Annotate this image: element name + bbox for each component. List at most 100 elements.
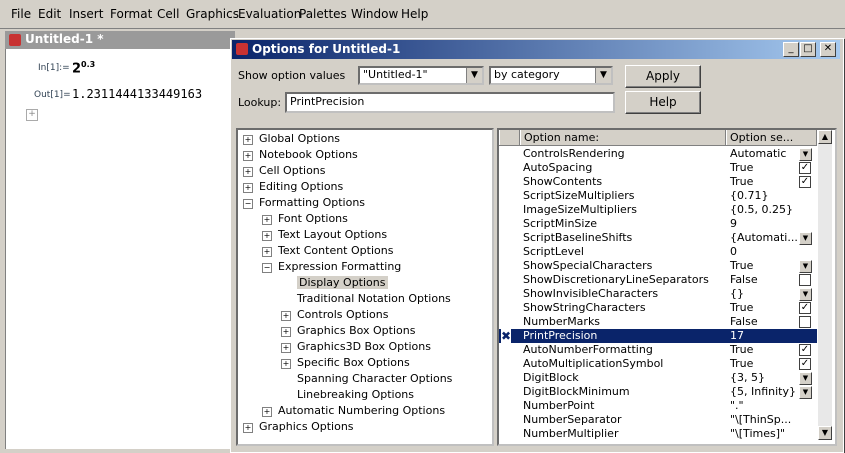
option-value[interactable]: False [730,315,758,329]
expand-icon[interactable]: + [281,327,291,337]
option-value[interactable]: 17 [730,329,744,343]
tree-item[interactable]: Global Options [259,132,340,145]
option-row[interactable]: AutoNumberFormatting True ✓ [499,343,817,357]
menu-insert[interactable]: Insert [69,7,103,21]
tree-item[interactable]: Spanning Character Options [297,372,452,385]
chevron-down-icon[interactable]: ▼ [799,372,812,385]
apply-button[interactable]: Apply [625,65,701,88]
scope-select[interactable]: "Untitled-1" ▼ [358,66,484,85]
option-value[interactable]: True [730,343,753,357]
tree-item[interactable]: Font Options [278,212,348,225]
expand-icon[interactable]: + [243,151,253,161]
expand-icon[interactable]: + [243,135,253,145]
chevron-down-icon[interactable]: ▼ [799,148,812,161]
expand-icon[interactable]: + [262,231,272,241]
tree-item[interactable]: Linebreaking Options [297,388,414,401]
option-value[interactable]: False [730,273,758,287]
checkbox[interactable]: ✓ [799,162,811,174]
tree-item[interactable]: Notebook Options [259,148,358,161]
option-value[interactable]: 0 [730,245,737,259]
option-value[interactable]: "." [730,399,744,413]
option-value[interactable]: "\[ThinSp... [730,413,791,427]
option-value[interactable]: True [730,301,753,315]
option-row[interactable]: NumberPoint "." [499,399,817,413]
tree-item[interactable]: Display Options [297,276,388,289]
chevron-down-icon[interactable]: ▼ [799,232,812,245]
tree-item[interactable]: Graphics Options [259,420,354,433]
view-select[interactable]: by category ▼ [489,66,613,85]
option-value[interactable]: {0.5, 0.25} [730,203,793,217]
expand-icon[interactable]: + [243,167,253,177]
checkbox[interactable]: ✓ [799,302,811,314]
input-expression[interactable]: 20.3 [72,60,95,76]
menu-file[interactable]: File [11,7,31,21]
scroll-down-icon[interactable]: ▼ [818,426,832,440]
option-row[interactable]: DigitBlock {3, 5} ▼ [499,371,817,385]
tree-item[interactable]: Controls Options [297,308,388,321]
tree-item[interactable]: Formatting Options [259,196,365,209]
menu-palettes[interactable]: Palettes [299,7,347,21]
close-icon[interactable]: ✕ [820,42,836,57]
option-row[interactable]: ScriptMinSize 9 [499,217,817,231]
option-row[interactable]: ScriptBaselineShifts {Automati... ▼ [499,231,817,245]
expand-icon[interactable]: + [262,247,272,257]
option-value[interactable]: 9 [730,217,737,231]
option-row[interactable]: DigitBlockMinimum {5, Infinity} ▼ [499,385,817,399]
option-row[interactable]: ShowDiscretionaryLineSeparators False [499,273,817,287]
option-row[interactable]: AutoMultiplicationSymbol True ✓ [499,357,817,371]
option-row[interactable]: NumberSeparator "\[ThinSp... [499,413,817,427]
option-row[interactable]: ImageSizeMultipliers {0.5, 0.25} [499,203,817,217]
option-value[interactable]: {0.71} [730,189,769,203]
maximize-icon[interactable]: □ [800,42,816,57]
scroll-up-icon[interactable]: ▲ [818,130,832,144]
lookup-input[interactable]: PrintPrecision [285,92,615,113]
option-value[interactable]: True [730,357,753,371]
option-row[interactable]: ShowStringCharacters True ✓ [499,301,817,315]
chevron-down-icon[interactable]: ▼ [799,288,812,301]
option-row[interactable]: ShowSpecialCharacters True ▼ [499,259,817,273]
option-value[interactable]: True [730,161,753,175]
option-value[interactable]: {} [730,287,744,301]
expand-icon[interactable]: + [243,183,253,193]
expand-icon[interactable]: + [243,423,253,433]
column-option-setting[interactable]: Option se... [726,130,817,145]
cell-insertion-icon[interactable]: + [26,109,38,121]
checkbox[interactable] [799,274,811,286]
tree-item[interactable]: Text Layout Options [278,228,387,241]
expand-icon[interactable]: + [262,215,272,225]
menu-evaluation[interactable]: Evaluation [238,7,301,21]
chevron-down-icon[interactable]: ▼ [799,260,812,273]
menu-edit[interactable]: Edit [38,7,61,21]
notebook-titlebar[interactable]: Untitled-1 * [5,31,235,49]
expand-icon[interactable]: + [281,343,291,353]
option-row[interactable]: NumberMarks False [499,315,817,329]
menu-window[interactable]: Window [351,7,398,21]
option-value[interactable]: "\[Times]" [730,427,785,441]
option-value[interactable]: True [730,175,753,189]
option-value[interactable]: {5, Infinity} [730,385,796,399]
checkbox[interactable]: ✓ [799,344,811,356]
chevron-down-icon[interactable]: ▼ [799,386,812,399]
tree-item[interactable]: Specific Box Options [297,356,410,369]
tree-item[interactable]: Editing Options [259,180,343,193]
help-button[interactable]: Help [625,91,701,114]
column-option-name[interactable]: Option name: [520,130,726,145]
option-row[interactable]: NumberMultiplier "\[Times]" [499,427,817,441]
menu-graphics[interactable]: Graphics [186,7,239,21]
checkbox[interactable]: ✓ [799,176,811,188]
checkbox[interactable] [799,316,811,328]
reset-option-icon[interactable]: ✖ [501,329,512,343]
collapse-icon[interactable]: − [262,263,272,273]
option-value[interactable]: True [730,259,753,273]
tree-item[interactable]: Cell Options [259,164,326,177]
chevron-down-icon[interactable]: ▼ [595,68,611,83]
minimize-icon[interactable]: _ [783,42,799,57]
tree-item[interactable]: Traditional Notation Options [297,292,451,305]
option-row[interactable]: ScriptSizeMultipliers {0.71} [499,189,817,203]
chevron-down-icon[interactable]: ▼ [466,68,482,83]
option-value[interactable]: {Automati... [730,231,798,245]
option-row[interactable]: ScriptLevel 0 [499,245,817,259]
expand-icon[interactable]: + [262,407,272,417]
option-row[interactable]: PrintPrecision 17 ✖ [499,329,817,343]
option-row[interactable]: ControlsRendering Automatic ▼ [499,147,817,161]
